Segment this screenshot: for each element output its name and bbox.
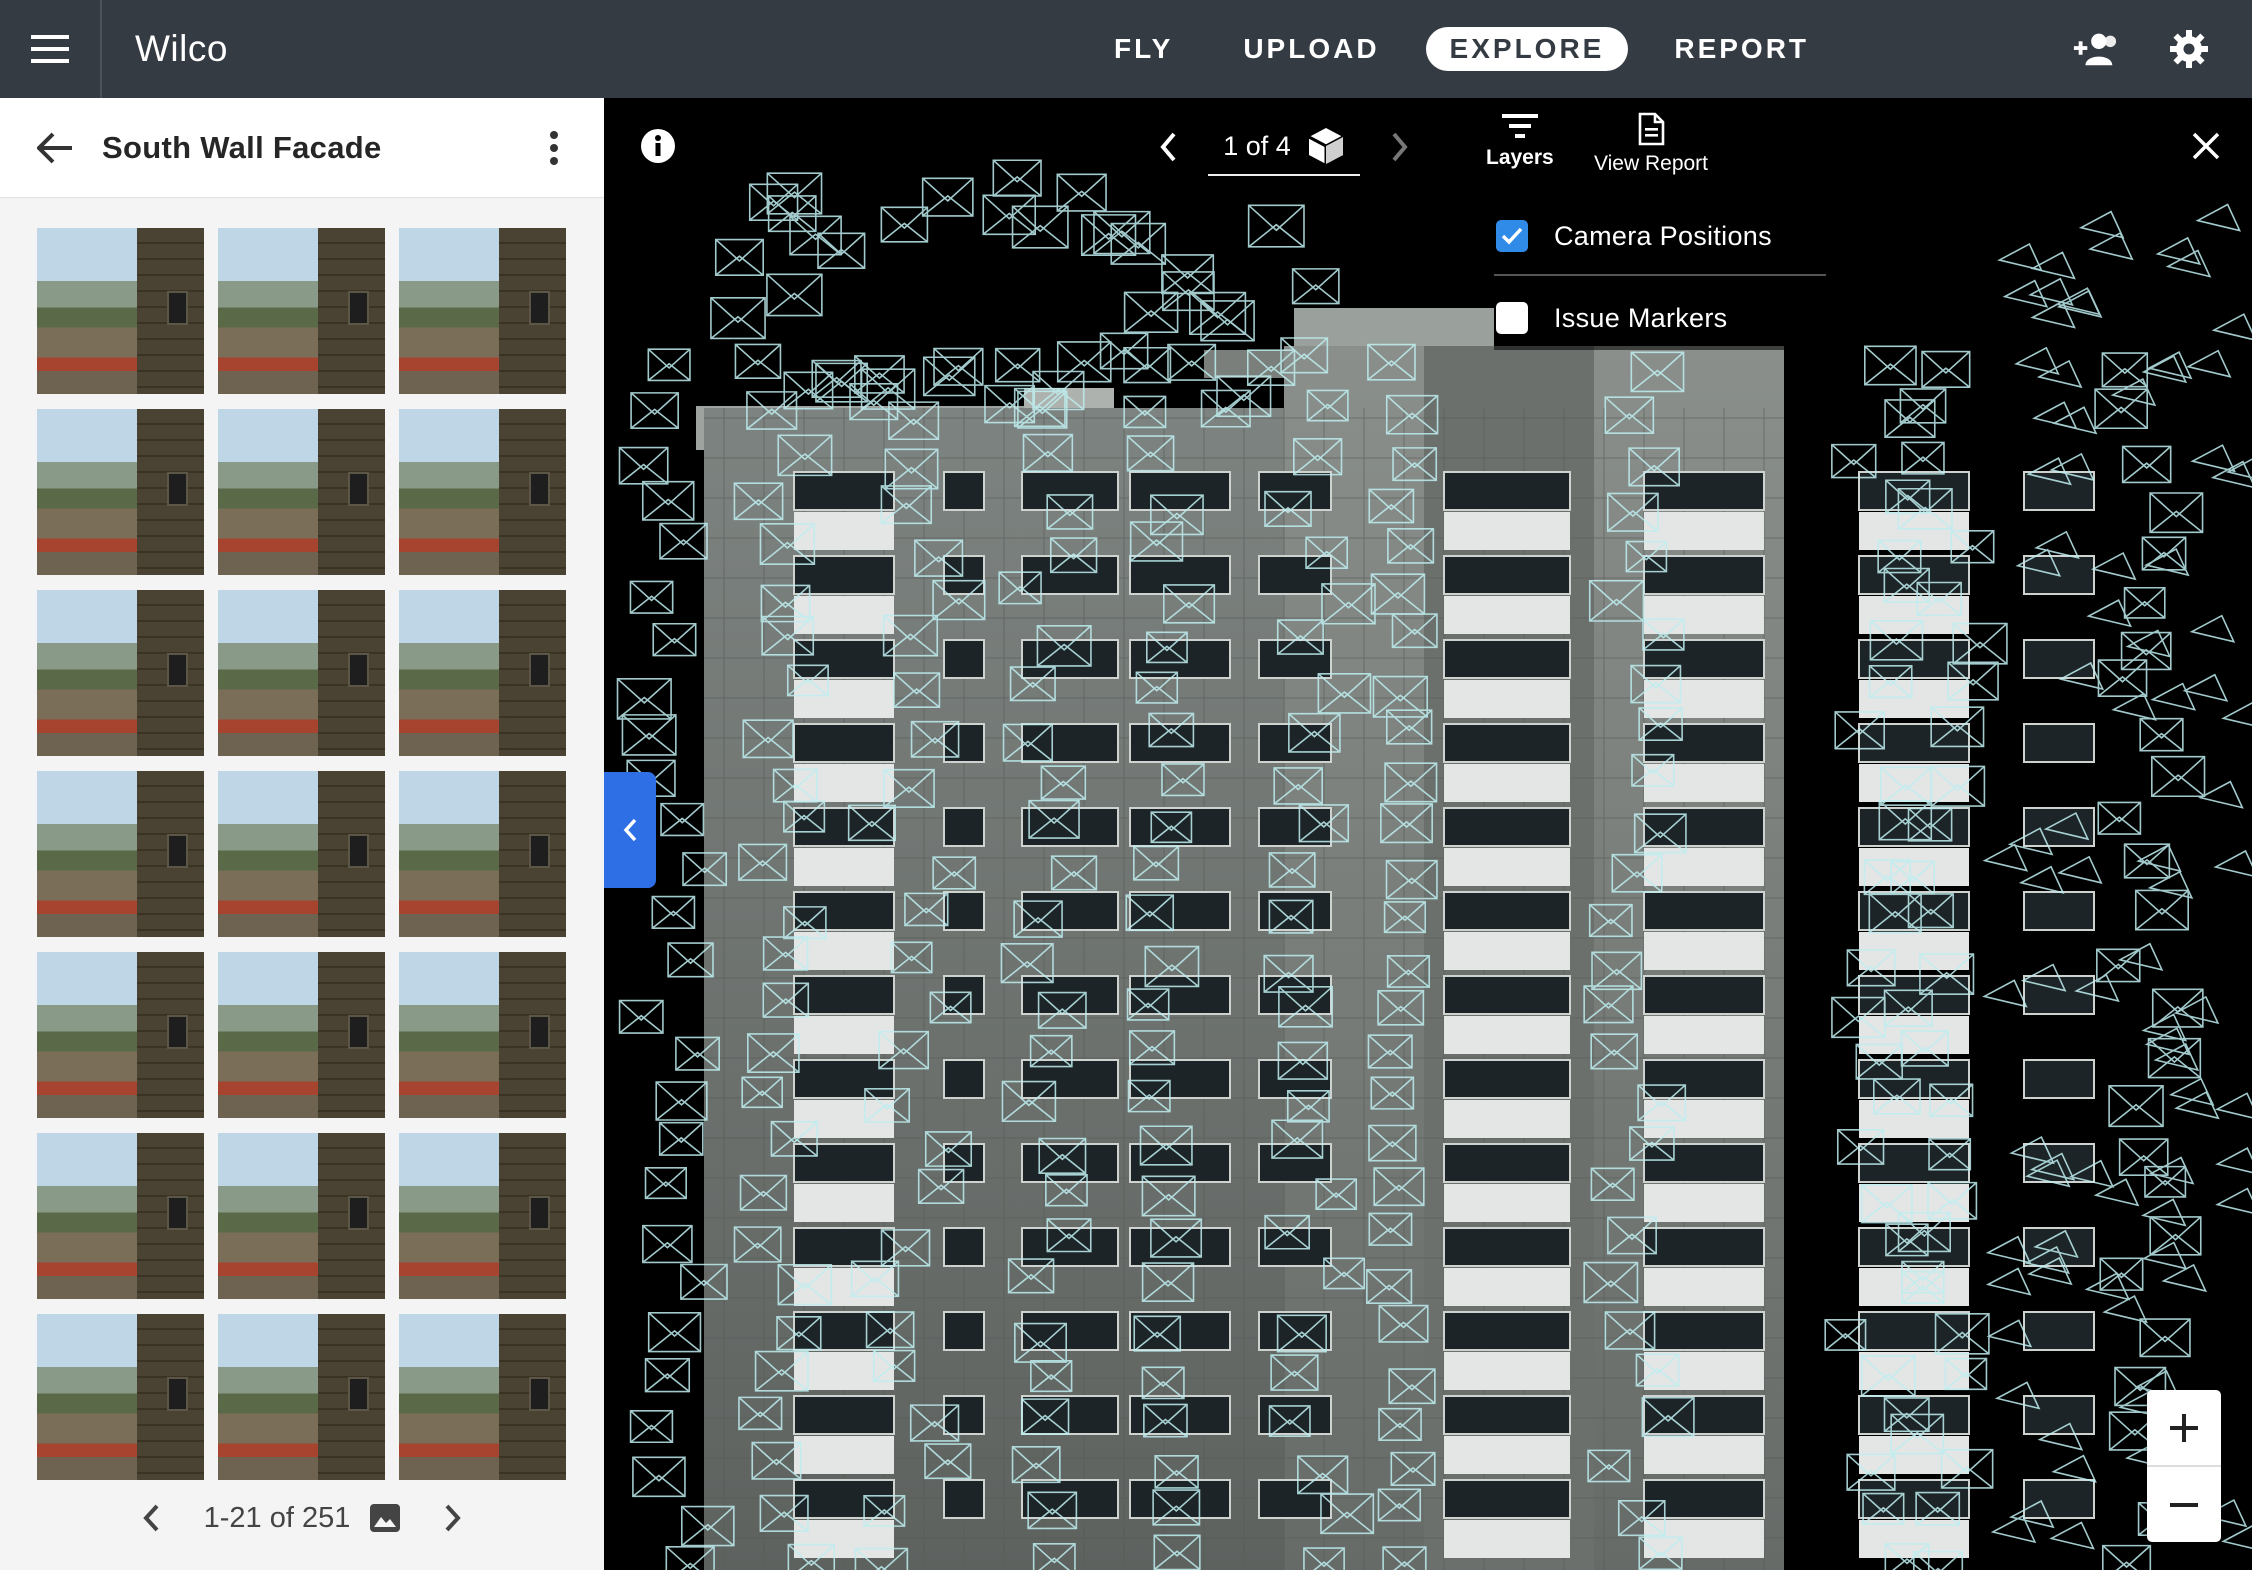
photo-thumbnail[interactable] — [37, 590, 204, 756]
nav-fly[interactable]: FLY — [1090, 27, 1197, 71]
sidebar-header: South Wall Facade — [0, 98, 604, 198]
photo-thumbnail[interactable] — [399, 590, 566, 756]
photo-thumbnail[interactable] — [399, 228, 566, 394]
photo-thumbnail[interactable] — [37, 228, 204, 394]
close-viewer-button[interactable] — [2188, 128, 2224, 164]
layer-issue-markers[interactable]: Issue Markers — [1494, 288, 1727, 348]
photo-thumbnail[interactable] — [37, 409, 204, 575]
plus-icon — [2170, 1413, 2198, 1442]
pager-range: 1-21 of 251 — [203, 1501, 351, 1534]
photo-thumbnail[interactable] — [218, 409, 385, 575]
issue-markers-checkbox[interactable] — [1496, 302, 1528, 334]
layers-panel: Camera Positions Issue Markers — [1494, 200, 1856, 350]
photo-thumbnail[interactable] — [218, 590, 385, 756]
app-bar: Wilco FLY UPLOAD EXPLORE REPORT — [0, 0, 2252, 98]
image-view-toggle[interactable] — [370, 1504, 401, 1532]
document-icon — [1638, 112, 1665, 146]
photo-thumbnail[interactable] — [399, 1133, 566, 1299]
view-report-button[interactable]: View Report — [1594, 112, 1708, 176]
model-prev-button[interactable] — [1148, 119, 1188, 175]
image-icon — [370, 1504, 401, 1532]
photo-thumbnail[interactable] — [37, 1314, 204, 1480]
more-options-button[interactable] — [544, 123, 564, 173]
nav-explore[interactable]: EXPLORE — [1425, 27, 1629, 71]
photo-thumbnail[interactable] — [218, 771, 385, 937]
sidebar-pager: 1-21 of 251 — [0, 1488, 604, 1548]
zoom-out-button[interactable] — [2147, 1467, 2221, 1542]
nav-upload[interactable]: UPLOAD — [1219, 27, 1403, 71]
model-page-indicator: 1 of 4 — [1208, 118, 1360, 176]
add-user-button[interactable] — [2072, 26, 2118, 72]
photo-thumbnail[interactable] — [399, 409, 566, 575]
photo-thumbnail[interactable] — [218, 1133, 385, 1299]
model-next-button[interactable] — [1380, 119, 1420, 175]
camera-positions-label: Camera Positions — [1554, 220, 1772, 251]
menu-icon — [31, 35, 69, 63]
info-button[interactable] — [640, 128, 676, 164]
chevron-right-icon — [445, 1504, 462, 1532]
zoom-controls — [2147, 1390, 2221, 1542]
photo-thumbnail[interactable] — [37, 771, 204, 937]
filter-icon — [1501, 114, 1538, 138]
back-button[interactable] — [30, 123, 80, 173]
pager-next-button[interactable] — [428, 1493, 478, 1543]
photo-thumbnail[interactable] — [399, 952, 566, 1118]
layers-divider — [1494, 274, 1826, 276]
collapse-sidebar-button[interactable] — [604, 772, 656, 888]
more-vert-icon — [550, 131, 558, 165]
layer-camera-positions[interactable]: Camera Positions — [1494, 206, 1772, 266]
app-bar-actions — [2072, 0, 2212, 98]
photo-thumbnail[interactable] — [218, 952, 385, 1118]
chevron-left-icon — [623, 818, 637, 842]
settings-button[interactable] — [2166, 26, 2212, 72]
nav-report[interactable]: REPORT — [1650, 27, 1833, 71]
chevron-right-icon — [1392, 132, 1408, 162]
photo-thumbnail[interactable] — [37, 1133, 204, 1299]
chevron-left-icon — [1160, 132, 1176, 162]
photo-thumbnail[interactable] — [37, 952, 204, 1118]
arrow-left-icon — [37, 132, 72, 163]
facade-model[interactable] — [604, 98, 2252, 1570]
sidebar-title: South Wall Facade — [102, 129, 382, 165]
photo-sidebar: South Wall Facade 1-21 of 251 — [0, 98, 604, 1570]
photo-thumbnail[interactable] — [218, 1314, 385, 1480]
main-nav: FLY UPLOAD EXPLORE REPORT — [1090, 0, 1855, 98]
zoom-in-button[interactable] — [2147, 1390, 2221, 1465]
photo-thumbnail[interactable] — [399, 1314, 566, 1480]
check-icon — [1501, 227, 1523, 245]
app-title: Wilco — [135, 28, 228, 69]
model-viewer[interactable] — [604, 98, 2252, 1570]
layers-tool-button[interactable]: Layers — [1486, 112, 1554, 170]
photo-thumbnail[interactable] — [218, 228, 385, 394]
camera-positions-checkbox[interactable] — [1496, 220, 1528, 252]
close-icon — [2192, 132, 2220, 160]
info-icon — [641, 129, 675, 163]
model-pagination: 1 of 4 — [1148, 118, 1420, 176]
model-page-text: 1 of 4 — [1223, 130, 1291, 161]
photo-thumbnail[interactable] — [399, 771, 566, 937]
menu-button[interactable] — [0, 0, 102, 98]
add-user-icon — [2073, 33, 2117, 66]
view-report-label: View Report — [1594, 152, 1709, 175]
pager-prev-button[interactable] — [126, 1493, 176, 1543]
minus-icon — [2170, 1502, 2198, 1507]
settings-icon — [2170, 30, 2208, 68]
chevron-left-icon — [142, 1504, 159, 1532]
issue-markers-label: Issue Markers — [1554, 302, 1728, 333]
layers-label: Layers — [1486, 146, 1554, 169]
thumbnail-grid — [37, 228, 566, 1480]
cube-icon — [1308, 128, 1344, 164]
